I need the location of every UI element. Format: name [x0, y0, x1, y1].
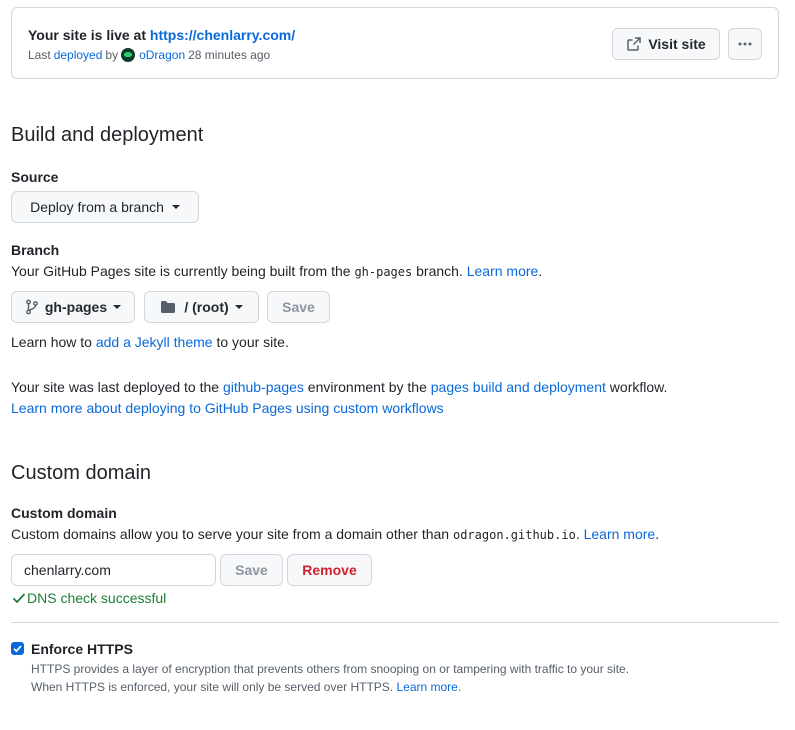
- build-deployment-heading: Build and deployment: [11, 124, 204, 146]
- visit-site-label: Visit site: [648, 36, 706, 52]
- visit-site-button[interactable]: Visit site: [612, 28, 720, 60]
- triangle-down-icon: [234, 305, 243, 309]
- jekyll-theme-link[interactable]: add a Jekyll theme: [96, 334, 213, 350]
- more-options-button[interactable]: [728, 28, 762, 60]
- folder-select[interactable]: / (root): [144, 291, 259, 323]
- source-value: Deploy from a branch: [30, 199, 164, 215]
- workflow-link[interactable]: pages build and deployment: [431, 379, 606, 395]
- branch-label: Branch: [11, 242, 60, 258]
- last-text: Last: [28, 48, 51, 62]
- https-description-line1: HTTPS provides a layer of encryption tha…: [31, 662, 630, 676]
- triangle-down-icon: [171, 205, 180, 209]
- enforce-https-checkbox[interactable]: [11, 642, 24, 655]
- dns-status-text: DNS check successful: [27, 590, 167, 606]
- dns-check-status: DNS check successful: [11, 590, 166, 606]
- check-icon: [12, 593, 26, 604]
- site-url-link[interactable]: https://chenlarry.com/: [150, 27, 295, 43]
- divider: [11, 622, 779, 623]
- domain-save-button[interactable]: Save: [220, 554, 283, 586]
- deployed-link[interactable]: deployed: [54, 48, 103, 62]
- user-link[interactable]: oDragon: [139, 48, 185, 62]
- branch-value: gh-pages: [44, 299, 108, 315]
- kebab-horizontal-icon: [738, 42, 752, 46]
- https-description-line2: When HTTPS is enforced, your site will o…: [31, 680, 462, 694]
- environment-link[interactable]: github-pages: [223, 379, 304, 395]
- folder-icon: [161, 301, 176, 313]
- last-deployed-info: Last deployed by oDragon 28 minutes ago: [28, 48, 270, 62]
- branch-save-button[interactable]: Save: [267, 291, 330, 323]
- custom-domain-heading: Custom domain: [11, 462, 152, 484]
- custom-domain-description: Custom domains allow you to serve your s…: [11, 526, 660, 542]
- link-external-icon: [627, 37, 642, 51]
- site-live-title: Your site is live at https://chenlarry.c…: [28, 27, 295, 43]
- default-domain-code: odragon.github.io: [452, 528, 576, 542]
- source-select[interactable]: Deploy from a branch: [11, 191, 199, 223]
- deploy-time: 28 minutes ago: [188, 48, 271, 62]
- branch-code: gh-pages: [354, 265, 413, 279]
- folder-value: / (root): [184, 299, 229, 315]
- site-live-banner: Your site is live at https://chenlarry.c…: [11, 7, 779, 79]
- domain-learn-more-link[interactable]: Learn more: [584, 526, 656, 542]
- https-learn-more-link[interactable]: Learn more: [396, 680, 457, 694]
- avatar[interactable]: [121, 48, 136, 62]
- custom-domain-input[interactable]: chenlarry.com: [11, 554, 216, 586]
- branch-select[interactable]: gh-pages: [11, 291, 135, 323]
- site-live-prefix: Your site is live at: [28, 27, 150, 43]
- triangle-down-icon: [113, 305, 122, 309]
- branch-description: Your GitHub Pages site is currently bein…: [11, 263, 543, 279]
- branch-learn-more-link[interactable]: Learn more: [467, 263, 539, 279]
- git-branch-icon: [25, 299, 38, 315]
- remove-domain-button[interactable]: Remove: [287, 554, 372, 586]
- jekyll-theme-text: Learn how to add a Jekyll theme to your …: [11, 334, 289, 350]
- source-label: Source: [11, 169, 59, 185]
- last-deployed-text: Your site was last deployed to the githu…: [11, 379, 668, 395]
- custom-workflows-link[interactable]: Learn more about deploying to GitHub Pag…: [11, 400, 444, 416]
- checkmark-icon: [13, 645, 22, 653]
- by-text: by: [105, 48, 119, 62]
- custom-domain-label: Custom domain: [11, 505, 117, 521]
- enforce-https-label[interactable]: Enforce HTTPS: [31, 641, 133, 657]
